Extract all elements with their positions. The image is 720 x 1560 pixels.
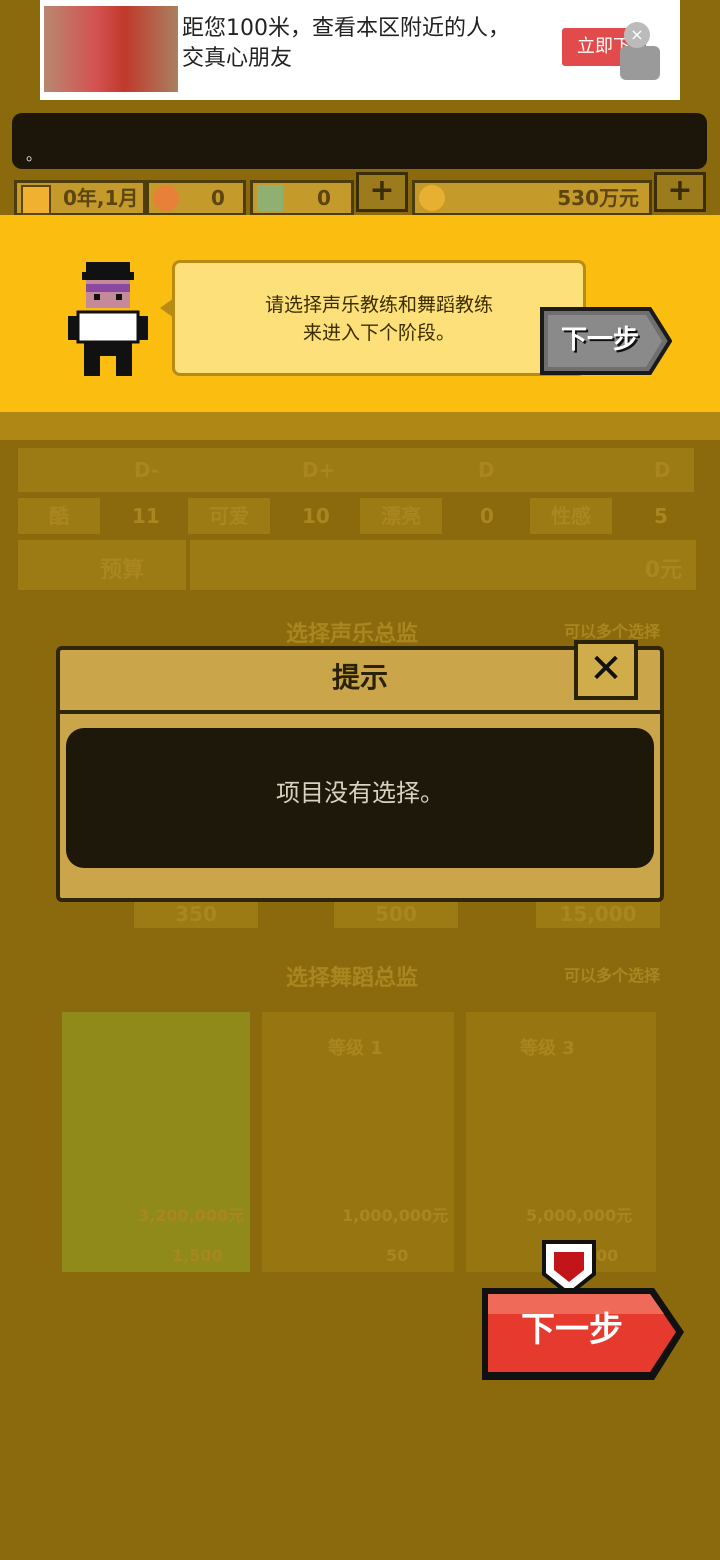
bubble-line-2: 来进入下个阶段。: [302, 322, 455, 344]
stat-1-value: 0: [211, 186, 225, 210]
dance-section-header: 选择舞蹈总监 可以多个选择: [30, 948, 690, 998]
dance-title: 选择舞蹈总监: [286, 966, 419, 991]
budget-value-box: 0元: [190, 540, 696, 590]
date-display: 0年,1月: [14, 180, 146, 216]
dialog-close-button[interactable]: ✕: [574, 640, 638, 700]
vocal-title: 选择声乐总监: [286, 622, 419, 647]
grade-2: D+: [302, 458, 336, 482]
tutorial-band-shadow: [0, 412, 720, 440]
bubble-line-1: 请选择声乐教练和舞蹈教练: [264, 294, 493, 316]
budget-label-box: 预算: [18, 540, 186, 590]
money-display: 530万元: [412, 180, 652, 216]
badge-icon: [153, 185, 179, 211]
chip-icon: [257, 185, 283, 211]
grade-row: D- D+ D D: [18, 448, 694, 492]
dance-card-1-price: 3,200,000元: [138, 1206, 245, 1225]
trait-value-2: 10: [302, 504, 330, 528]
manager-character-icon: [68, 262, 148, 376]
trait-row: 酷 11 可爱 10 漂亮 0 性感 5: [18, 498, 694, 534]
message-bar: 。: [12, 113, 707, 169]
ad-image[interactable]: [44, 6, 178, 92]
dance-card-1-stat: 1,500: [172, 1246, 223, 1265]
dance-card-1[interactable]: 3,200,000元 1,500: [62, 1012, 250, 1272]
add-stat-button[interactable]: +: [356, 172, 408, 212]
tutorial-next-button[interactable]: 下一步: [540, 307, 672, 375]
dialog-title: 提示: [331, 661, 388, 694]
trait-label-3: 漂亮: [360, 498, 442, 534]
trait-value-4: 5: [654, 504, 668, 528]
dance-card-3-level: 等级 3: [520, 1038, 575, 1059]
stat-1: 0: [146, 180, 246, 216]
dance-card-3[interactable]: 等级 3 5,000,000元 00: [466, 1012, 656, 1272]
vocal-stat-1: 350: [134, 900, 258, 928]
stat-2-value: 0: [317, 186, 331, 210]
budget-value: 0元: [644, 558, 682, 583]
trait-label-2: 可爱: [188, 498, 270, 534]
dance-card-2-level: 等级 1: [328, 1038, 383, 1059]
date-text: 0年,1月: [63, 186, 139, 210]
calendar-icon: [21, 185, 51, 215]
ad-text[interactable]: 距您100米，查看本区附近的人，交真心朋友: [182, 14, 522, 74]
dance-card-3-price: 5,000,000元: [526, 1206, 633, 1225]
vocal-stat-3: 15,000: [536, 900, 660, 928]
ad-close-icon[interactable]: ×: [624, 22, 650, 48]
add-money-button[interactable]: +: [654, 172, 706, 212]
vocal-stats-row: 350 500 15,000: [60, 900, 680, 930]
trait-label-4: 性感: [530, 498, 612, 534]
next-step-label: 下一步: [521, 1310, 623, 1350]
tutorial-next-label: 下一步: [560, 325, 639, 355]
stat-2: 0: [250, 180, 354, 216]
grade-4: D: [654, 458, 671, 482]
vocal-hint: 可以多个选择: [564, 622, 661, 641]
trait-label-1: 酷: [18, 498, 100, 534]
dance-card-3-stat: 00: [596, 1246, 619, 1265]
dance-card-2-price: 1,000,000元: [342, 1206, 449, 1225]
trait-value-1: 11: [132, 504, 160, 528]
dance-card-2[interactable]: 等级 1 1,000,000元 50: [262, 1012, 454, 1272]
speech-bubble: 请选择声乐教练和舞蹈教练 来进入下个阶段。: [172, 260, 586, 376]
trait-value-3: 0: [480, 504, 494, 528]
dance-hint: 可以多个选择: [564, 966, 661, 985]
vocal-stat-2: 500: [334, 900, 458, 928]
ad-logo-icon: [620, 46, 660, 80]
coin-icon: [419, 185, 445, 211]
ad-banner[interactable]: 距您100米，查看本区附近的人，交真心朋友 立即下 ×: [40, 0, 680, 100]
dialog-message: 项目没有选择。: [66, 728, 654, 868]
money-text: 530万元: [557, 186, 639, 210]
grade-1: D-: [134, 458, 160, 482]
next-step-button[interactable]: 下一步: [478, 1284, 688, 1384]
budget-label: 预算: [100, 558, 145, 583]
dance-card-2-stat: 50: [386, 1246, 409, 1265]
grade-3: D: [478, 458, 495, 482]
